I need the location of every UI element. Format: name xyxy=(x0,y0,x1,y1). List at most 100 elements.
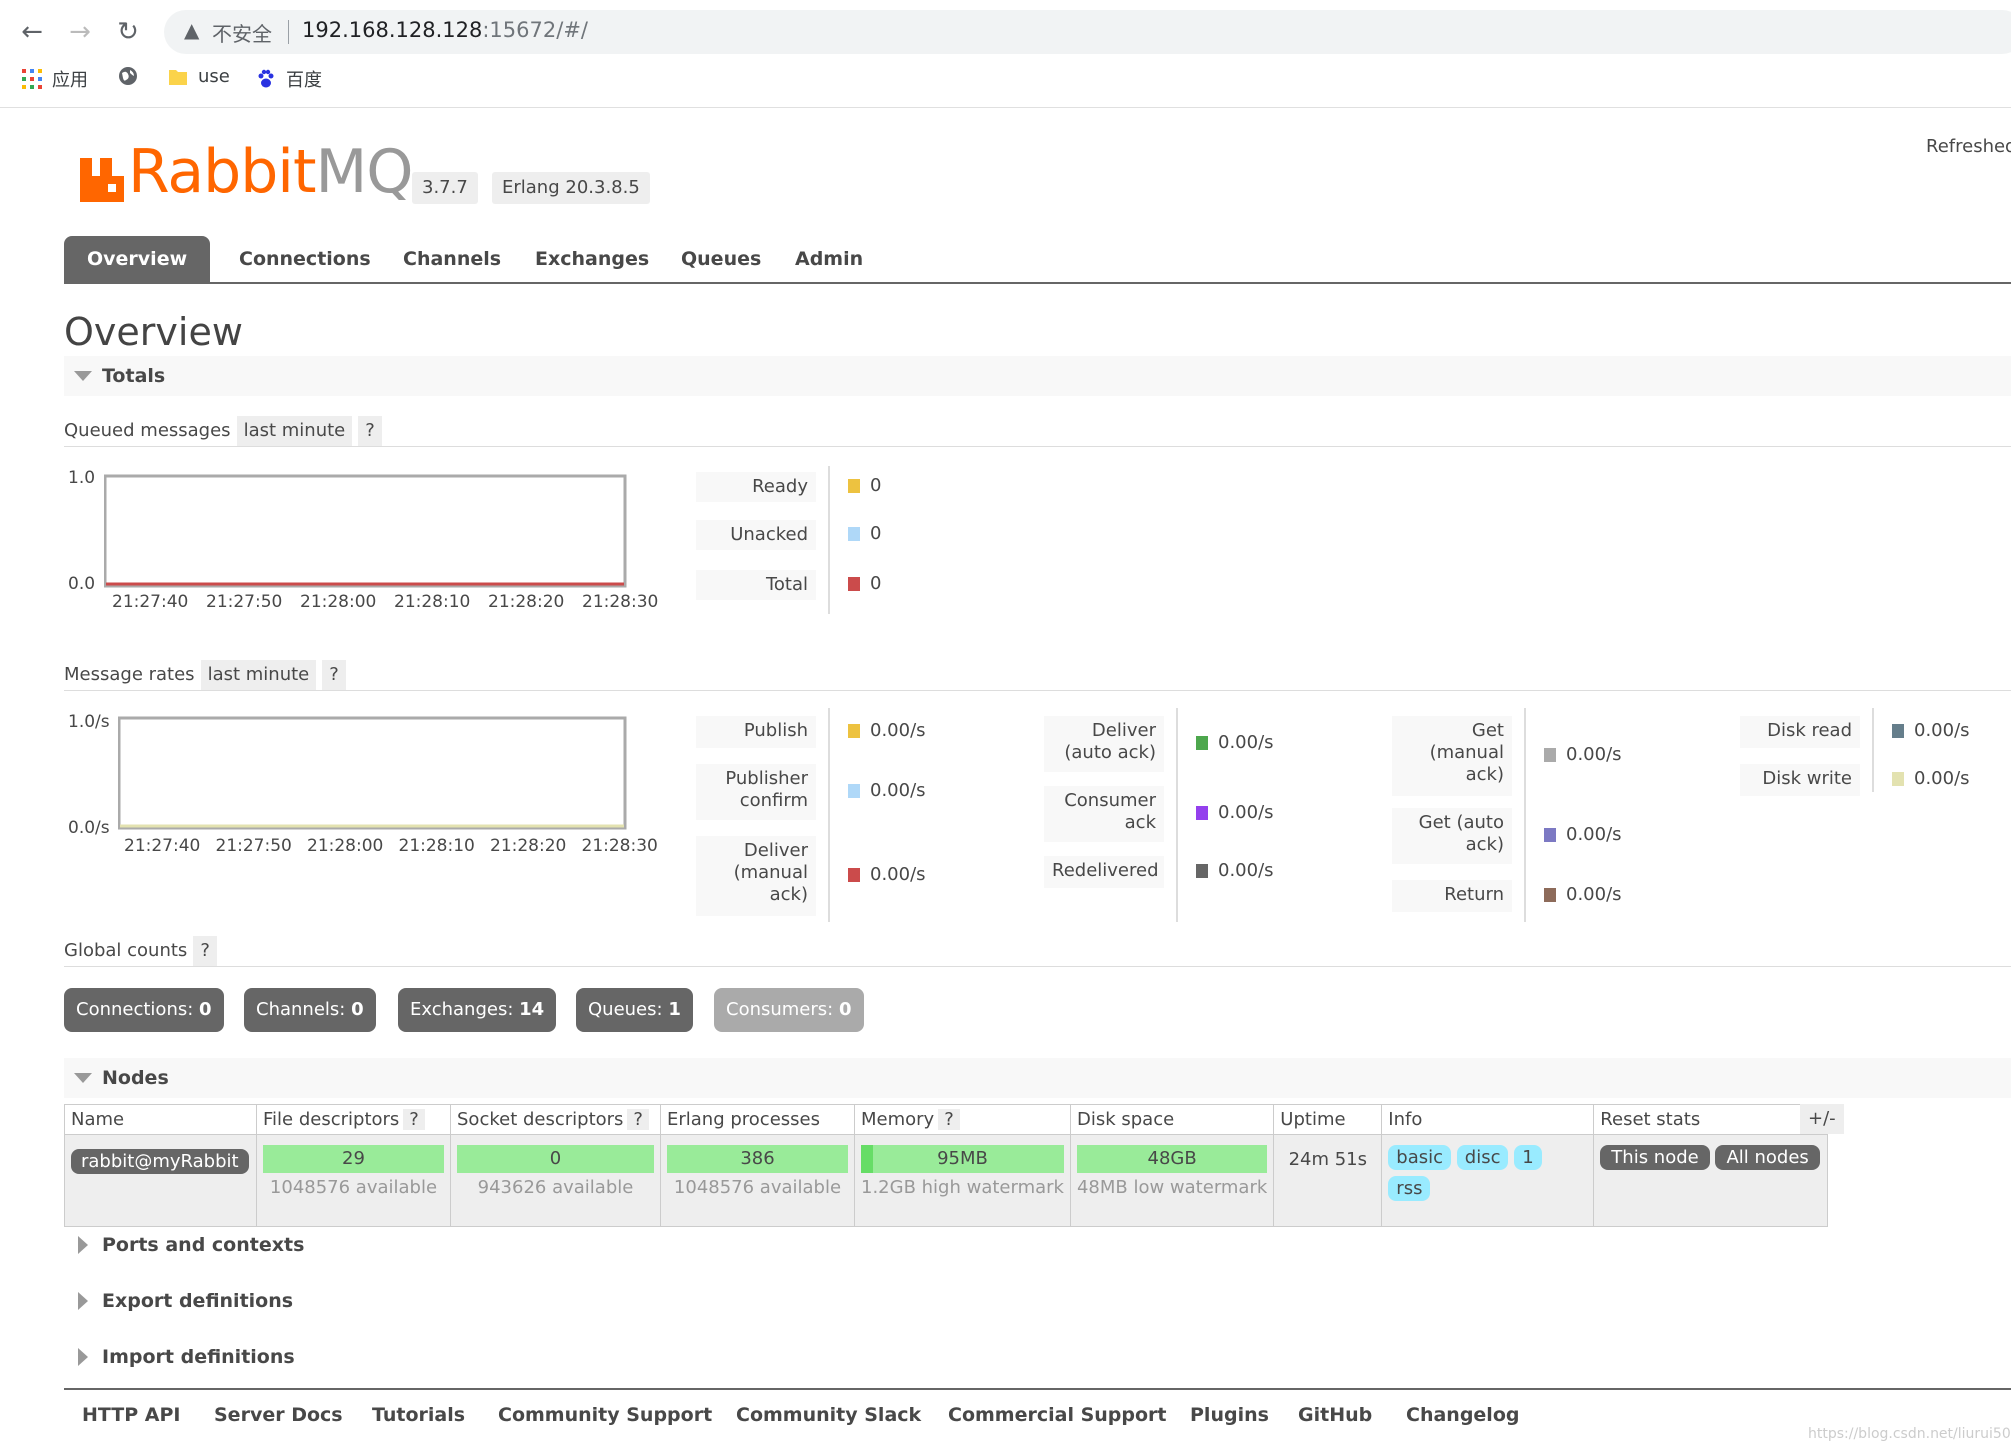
y-axis-min: 0.0/s xyxy=(68,818,110,838)
footer-link-changelog[interactable]: Changelog xyxy=(1406,1404,1519,1426)
legend-label: Get (manual ack) xyxy=(1392,716,1512,796)
series-color-swatch xyxy=(1544,747,1556,762)
bookmark-use[interactable]: use xyxy=(168,66,230,87)
totals-section-toggle[interactable]: Totals xyxy=(64,356,2011,396)
reset-this-node-button[interactable]: This node xyxy=(1600,1145,1710,1170)
tab-overview[interactable]: Overview xyxy=(64,236,211,282)
bookmark-label: 应用 xyxy=(52,70,88,91)
bookmark-baidu[interactable]: 百度 xyxy=(256,66,322,92)
cell-erlang-processes: 386 1048576 available xyxy=(660,1134,855,1227)
tab-admin[interactable]: Admin xyxy=(772,236,886,282)
help-button[interactable]: ? xyxy=(403,1109,425,1130)
legend-value-text: 0 xyxy=(870,573,882,594)
x-axis-tick: 21:28:00 xyxy=(300,592,377,612)
tab-channels[interactable]: Channels xyxy=(380,236,524,282)
reload-icon[interactable]: ↻ xyxy=(110,14,146,50)
info-badge-count[interactable]: 1 xyxy=(1514,1145,1542,1170)
bookmark-apps[interactable]: 应用 xyxy=(22,66,88,92)
series-color-swatch xyxy=(848,478,860,493)
bar-value: 29 xyxy=(342,1148,365,1169)
footer-link-plugins[interactable]: Plugins xyxy=(1190,1404,1269,1426)
ports-and-contexts-toggle[interactable]: Ports and contexts xyxy=(64,1226,664,1266)
footer-link-github[interactable]: GitHub xyxy=(1298,1404,1372,1426)
help-button[interactable]: ? xyxy=(938,1109,960,1130)
queues-count-button[interactable]: Queues: 1 xyxy=(576,988,693,1032)
header-text: Memory xyxy=(861,1109,935,1130)
column-toggle-button[interactable]: +/- xyxy=(1800,1104,1844,1134)
address-bar[interactable]: ▲ 不安全 192.168.128.128:15672/#/ xyxy=(164,10,2011,54)
exchanges-count-button[interactable]: Exchanges: 14 xyxy=(398,988,557,1032)
section-title: Export definitions xyxy=(102,1290,294,1312)
bookmark-globe[interactable] xyxy=(118,66,138,86)
tab-exchanges[interactable]: Exchanges xyxy=(512,236,672,282)
reset-all-nodes-button[interactable]: All nodes xyxy=(1715,1145,1820,1170)
chart-frame xyxy=(118,716,627,830)
footer-link-community-slack[interactable]: Community Slack xyxy=(736,1404,921,1426)
heading-text: Message rates xyxy=(64,664,195,685)
legend-divider xyxy=(828,466,830,614)
footer-link-community-support[interactable]: Community Support xyxy=(498,1404,712,1426)
footer-link-tutorials[interactable]: Tutorials xyxy=(372,1404,465,1426)
footer-link-http-api[interactable]: HTTP API xyxy=(82,1404,181,1426)
import-definitions-toggle[interactable]: Import definitions xyxy=(64,1338,664,1378)
range-selector[interactable]: last minute xyxy=(236,416,353,446)
series-color-swatch xyxy=(848,576,860,591)
legend-label: Ready xyxy=(696,472,816,502)
export-definitions-toggle[interactable]: Export definitions xyxy=(64,1282,664,1322)
legend-label: Disk write xyxy=(1740,764,1860,796)
help-button[interactable]: ? xyxy=(193,936,217,966)
tab-connections[interactable]: Connections xyxy=(216,236,394,282)
bar-value: 386 xyxy=(740,1148,775,1169)
legend-label: Get (auto ack) xyxy=(1392,808,1512,864)
url-path: :15672/#/ xyxy=(482,18,588,42)
back-icon[interactable]: ← xyxy=(14,14,50,50)
memory-used-fill xyxy=(861,1145,873,1173)
expanded-triangle-icon xyxy=(74,1073,92,1083)
count-value: 0 xyxy=(199,999,212,1020)
socket-descriptors-bar: 0 xyxy=(457,1145,654,1173)
legend-value: 0 xyxy=(848,475,881,496)
legend-value-text: 0 xyxy=(870,475,882,496)
nodes-section-toggle[interactable]: Nodes xyxy=(64,1058,2011,1098)
legend-value: 0.00/s xyxy=(1892,768,1970,789)
section-title: Ports and contexts xyxy=(102,1234,305,1256)
footer-link-commercial-support[interactable]: Commercial Support xyxy=(948,1404,1167,1426)
url-text[interactable]: 192.168.128.128:15672/#/ xyxy=(302,18,588,42)
range-selector[interactable]: last minute xyxy=(200,660,317,690)
forward-icon[interactable]: → xyxy=(62,14,98,50)
col-header-file-descriptors: File descriptors? xyxy=(256,1104,451,1135)
legend-value: 0.00/s xyxy=(1544,744,1622,765)
info-badge-basic[interactable]: basic xyxy=(1388,1145,1452,1170)
x-axis-tick: 21:28:20 xyxy=(490,836,567,856)
omnibox-divider xyxy=(288,20,289,44)
header-text: Socket descriptors xyxy=(457,1109,624,1130)
x-axis-tick: 21:27:50 xyxy=(206,592,283,612)
connections-count-button[interactable]: Connections: 0 xyxy=(64,988,224,1032)
tab-queues[interactable]: Queues xyxy=(658,236,784,282)
legend-label: Publisher confirm xyxy=(696,764,816,820)
collapsed-triangle-icon xyxy=(78,1236,88,1254)
series-color-swatch xyxy=(1544,887,1556,902)
logo-word-rabbit: Rabbit xyxy=(128,137,317,207)
section-title: Totals xyxy=(102,365,166,387)
count-label: Queues: xyxy=(588,999,663,1020)
collapsed-triangle-icon xyxy=(78,1292,88,1310)
info-badge-disc[interactable]: disc xyxy=(1456,1145,1509,1170)
rabbitmq-logo[interactable]: RabbitMQ TM xyxy=(80,140,428,202)
info-badge-rss[interactable]: rss xyxy=(1388,1176,1431,1201)
url-host: 192.168.128.128 xyxy=(302,18,483,42)
node-name-link[interactable]: rabbit@myRabbit xyxy=(71,1149,249,1174)
table-header-row: Name File descriptors? Socket descriptor… xyxy=(64,1104,1829,1135)
consumers-count-button[interactable]: Consumers: 0 xyxy=(714,988,864,1032)
help-button[interactable]: ? xyxy=(627,1109,649,1130)
col-header-info: Info xyxy=(1381,1104,1595,1135)
bar-value: 95MB xyxy=(937,1148,988,1169)
help-button[interactable]: ? xyxy=(358,416,382,446)
legend-value-text: 0.00/s xyxy=(1218,732,1274,753)
legend-value: 0.00/s xyxy=(1196,802,1274,823)
legend-value: 0.00/s xyxy=(848,720,926,741)
channels-count-button[interactable]: Channels: 0 xyxy=(244,988,376,1032)
help-button[interactable]: ? xyxy=(322,660,346,690)
footer-link-server-docs[interactable]: Server Docs xyxy=(214,1404,343,1426)
divider xyxy=(64,966,2011,967)
